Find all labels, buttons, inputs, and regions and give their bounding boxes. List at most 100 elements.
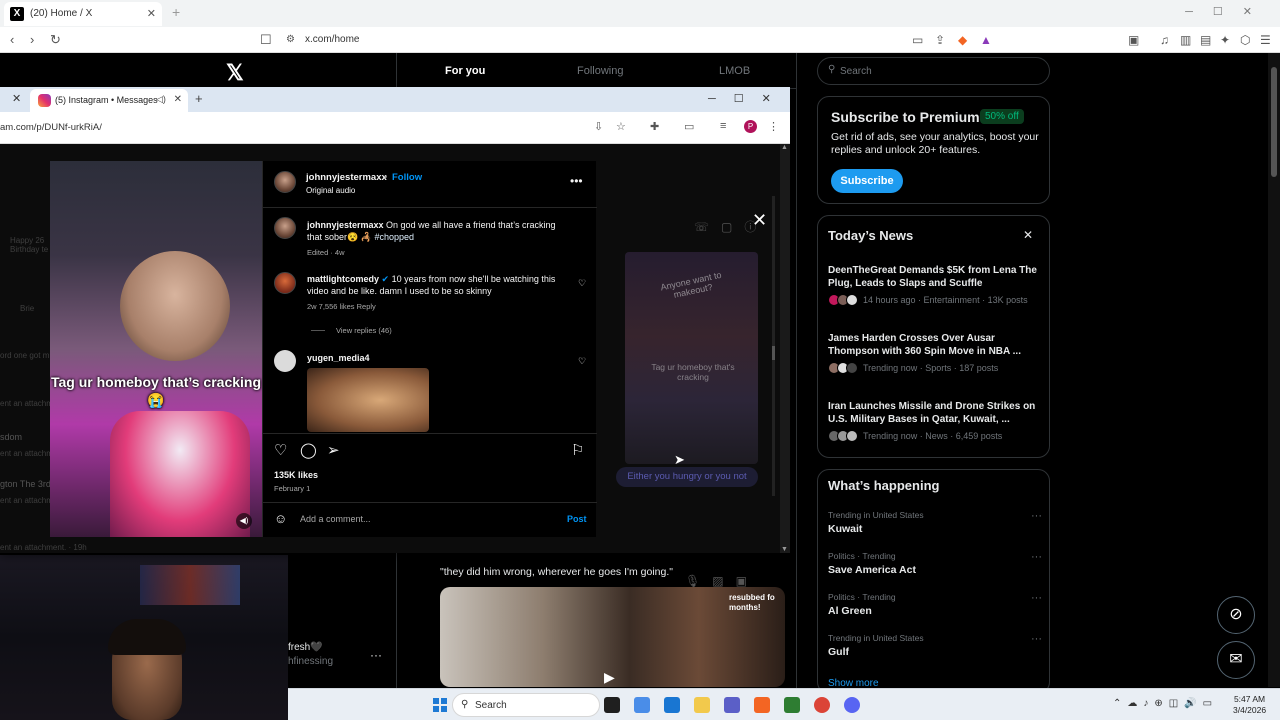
x-logo-icon[interactable]: 𝕏 <box>226 60 244 86</box>
tab-search-icon[interactable]: ▭ <box>684 120 694 133</box>
like-comment-icon[interactable]: ♡ <box>578 278 586 289</box>
play-icon[interactable]: ▶ <box>604 669 624 687</box>
more-options-icon[interactable]: ··· <box>1031 633 1042 645</box>
close-icon[interactable]: ✕ <box>1023 228 1033 242</box>
more-options-icon[interactable]: ··· <box>370 648 382 662</box>
like-comment-icon[interactable]: ♡ <box>578 356 586 367</box>
music-icon[interactable]: ♫ <box>1160 33 1169 47</box>
caption-author[interactable]: johnnyjestermaxx <box>307 220 384 230</box>
more-options-icon[interactable]: ··· <box>1031 551 1042 563</box>
comment-gif[interactable] <box>307 368 429 432</box>
x-search-input[interactable]: ⚲ Search <box>817 57 1050 85</box>
comment-input[interactable]: Add a comment... <box>300 514 371 524</box>
cast-icon[interactable]: ▭ <box>912 33 923 47</box>
follow-button[interactable]: Follow <box>392 172 422 183</box>
tab-x-home[interactable]: X (20) Home / X ✕ <box>4 2 162 26</box>
system-tray[interactable]: ⌃☁♪⊕◫🔊▭ <box>1113 698 1218 709</box>
tweet-media[interactable]: resubbed fo months! ▶ <box>440 587 785 687</box>
app-icon[interactable] <box>784 697 800 713</box>
task-view-icon[interactable] <box>604 697 620 713</box>
comment-icon[interactable]: ◯ <box>300 441 317 459</box>
likes-count[interactable]: 135K likes <box>274 470 318 480</box>
install-icon[interactable]: ⇩ <box>594 120 603 133</box>
save-icon[interactable]: ⚐ <box>571 441 584 459</box>
new-tab-button[interactable]: + <box>195 91 203 106</box>
emoji-icon[interactable]: ☺ <box>274 511 287 526</box>
panel-icon[interactable]: ▥ <box>1180 33 1191 47</box>
forward-icon[interactable]: › <box>30 32 34 47</box>
sound-icon[interactable]: ◀) <box>236 513 252 529</box>
post-author[interactable]: johnnyjestermaxx <box>306 172 387 183</box>
trend-item[interactable]: Politics · Trending Al Green ··· <box>828 592 1042 617</box>
more-options-icon[interactable]: ··· <box>1031 592 1042 604</box>
copilot-icon[interactable] <box>634 697 650 713</box>
url-field[interactable]: am.com/p/DUNf-urkRiA/ <box>0 122 102 133</box>
close-tab-icon[interactable]: ✕ <box>174 94 182 105</box>
reel-video[interactable]: Tag ur homeboy that’s cracking😭 ◀) <box>50 161 262 537</box>
avatar[interactable] <box>274 350 296 372</box>
avatar[interactable] <box>274 272 296 294</box>
mic-image-sticker-icons[interactable]: 🎙▨▣ <box>685 574 759 588</box>
file-explorer-icon[interactable] <box>694 697 710 713</box>
taskbar-search[interactable]: ⚲ Search <box>452 693 600 717</box>
menu-icon[interactable]: ⋮ <box>768 120 779 133</box>
avatar[interactable] <box>274 171 296 193</box>
window-controls[interactable]: ─☐✕ <box>708 92 789 105</box>
window-controls[interactable]: ─☐✕ <box>1185 5 1272 18</box>
chrome-icon[interactable] <box>814 697 830 713</box>
share-icon[interactable]: ⇪ <box>935 33 945 47</box>
trend-item[interactable]: Politics · Trending Save America Act ··· <box>828 551 1042 576</box>
tab-instagram-messages[interactable]: (5) Instagram • Messages ◁) ✕ <box>30 89 188 112</box>
ai-icon[interactable]: ✦ <box>1220 33 1230 47</box>
share-icon[interactable]: ➢ <box>327 441 340 459</box>
discord-icon[interactable] <box>844 697 860 713</box>
new-tab-button[interactable]: + <box>172 4 180 20</box>
teams-icon[interactable] <box>724 697 740 713</box>
page-scrollbar[interactable] <box>1268 53 1280 687</box>
audio-label[interactable]: Original audio <box>306 186 355 195</box>
menu-icon[interactable]: ☰ <box>1260 33 1271 47</box>
more-options-icon[interactable]: ··· <box>1031 510 1042 522</box>
avatar[interactable] <box>274 217 296 239</box>
url-field[interactable]: x.com/home <box>305 34 359 45</box>
subscribe-button[interactable]: Subscribe <box>831 169 903 193</box>
brave-shield-icon[interactable]: ◆ <box>958 33 967 47</box>
extensions-icon[interactable]: ✚ <box>650 120 659 133</box>
vpn-icon[interactable]: ⬡ <box>1240 33 1250 47</box>
more-options-icon[interactable]: ••• <box>570 174 583 188</box>
messages-icon[interactable]: ✉ <box>1217 641 1255 679</box>
heart-icon[interactable]: ♡ <box>274 441 287 459</box>
close-tab-icon[interactable]: ✕ <box>12 92 21 105</box>
news-item[interactable]: Iran Launches Missile and Drone Strikes … <box>828 400 1042 442</box>
grok-icon[interactable]: ⊘ <box>1217 596 1255 634</box>
clock[interactable]: 5:47 AM 3/4/2026 <box>1233 694 1266 716</box>
store-icon[interactable] <box>664 697 680 713</box>
close-tab-icon[interactable]: ✕ <box>147 7 156 20</box>
comment-author[interactable]: yugen_media4 <box>307 353 370 363</box>
back-icon[interactable]: ‹ <box>10 32 14 47</box>
star-icon[interactable]: ☆ <box>616 120 626 133</box>
brave-icon[interactable] <box>754 697 770 713</box>
news-item[interactable]: James Harden Crosses Over Ausar Thompson… <box>828 332 1042 374</box>
rewards-icon[interactable]: ▲ <box>980 33 992 47</box>
speaker-icon[interactable]: ◁) <box>156 94 166 105</box>
comment-meta[interactable]: 2w 7,556 likes Reply <box>307 302 376 311</box>
post-comment-button[interactable]: Post <box>567 514 587 524</box>
reload-icon[interactable]: ↻ <box>50 32 61 48</box>
comment-author[interactable]: mattlightcomedy <box>307 274 379 284</box>
inner-scrollbar[interactable]: ▲ ▼ <box>780 144 790 553</box>
site-info-icon[interactable]: ⚙ <box>286 34 295 45</box>
bookmark-icon[interactable]: ☐ <box>260 32 272 48</box>
tab-for-you[interactable]: For you <box>445 65 485 77</box>
view-replies-link[interactable]: View replies (46) <box>336 326 392 335</box>
media-control-icon[interactable]: ≡ <box>720 120 726 132</box>
news-item[interactable]: DeenTheGreat Demands $5K from Lena The P… <box>828 264 1042 306</box>
profile-avatar[interactable]: P <box>744 120 757 133</box>
sidebar-icon[interactable]: ▣ <box>1128 33 1139 47</box>
messages-scrollbar[interactable] <box>772 196 775 496</box>
trend-item[interactable]: Trending in United States Kuwait ··· <box>828 510 1042 535</box>
start-icon[interactable] <box>433 698 447 712</box>
tab-lmob[interactable]: LMOB <box>719 65 750 77</box>
caption-hashtag[interactable]: #chopped <box>374 232 414 242</box>
wallet-icon[interactable]: ▤ <box>1200 33 1211 47</box>
